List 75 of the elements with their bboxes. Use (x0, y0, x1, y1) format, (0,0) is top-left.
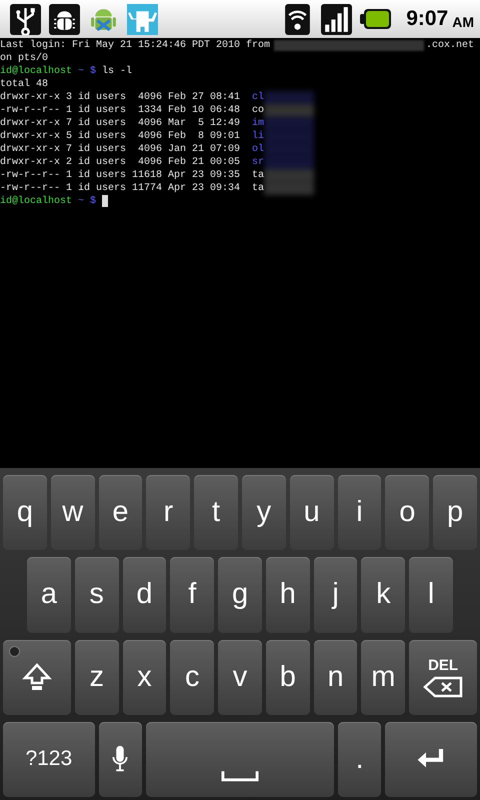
letter-key[interactable]: p (433, 475, 477, 550)
redacted-text (264, 91, 314, 104)
letter-key[interactable]: a (27, 557, 71, 632)
letter-key[interactable]: v (218, 640, 262, 715)
prompt-dir: ~ (78, 65, 84, 78)
letter-key[interactable]: e (98, 475, 142, 550)
redacted-text (264, 169, 314, 182)
battery-icon (360, 8, 392, 30)
letter-key[interactable]: o (385, 475, 430, 550)
letter-key[interactable]: m (361, 640, 406, 715)
letter-key[interactable]: . (338, 722, 382, 797)
letter-key[interactable]: l (409, 557, 454, 632)
redacted-text (264, 182, 314, 195)
letter-key[interactable]: f (170, 557, 214, 632)
prompt-host: id@localhost (0, 65, 72, 78)
robot-icon (127, 4, 158, 34)
file-name: cl (252, 91, 264, 104)
shift-icon (22, 662, 52, 692)
letter-key[interactable]: r (146, 475, 190, 550)
prompt-dir: ~ (78, 195, 84, 208)
redacted-text (264, 117, 314, 130)
microphone-key[interactable] (98, 722, 142, 797)
terminal-line: -rw-r--r-- 1 id users 11774 Apr 23 09:34 (0, 182, 240, 195)
letter-key[interactable]: b (266, 640, 310, 715)
clock-time: 9:07 (406, 7, 448, 31)
redacted-text (264, 156, 314, 169)
backspace-icon (423, 676, 464, 698)
terminal-line: -rw-r--r-- 1 id users 11618 Apr 23 09:35 (0, 169, 240, 182)
terminal-line: drwxr-xr-x 7 id users 4096 Jan 21 07:09 (0, 143, 240, 156)
prompt-symbol: $ (90, 195, 96, 208)
letter-key[interactable]: w (50, 475, 95, 550)
symbols-key[interactable]: ?123 (3, 722, 95, 797)
file-name: li (252, 130, 264, 143)
letter-key[interactable]: n (314, 640, 358, 715)
redacted-text (264, 104, 314, 117)
delete-key[interactable]: DEL (409, 640, 478, 715)
file-name: sr (252, 156, 264, 169)
letter-key[interactable]: q (3, 475, 47, 550)
terminal-line: .cox.net (426, 39, 474, 52)
file-name: co (252, 104, 264, 117)
letter-key[interactable]: h (266, 557, 310, 632)
letter-key[interactable]: c (170, 640, 214, 715)
terminal-line: drwxr-xr-x 5 id users 4096 Feb 8 09:01 (0, 130, 240, 143)
usb-icon (10, 4, 41, 34)
letter-key[interactable]: t (194, 475, 238, 550)
letter-key[interactable]: y (242, 475, 286, 550)
letter-key[interactable]: j (314, 557, 358, 632)
file-name: ta (252, 169, 264, 182)
terminal-line: drwxr-xr-x 2 id users 4096 Feb 21 00:05 (0, 156, 240, 169)
signal-icon (321, 4, 352, 34)
letter-key[interactable]: i (338, 475, 382, 550)
command-text: ls -l (102, 65, 132, 78)
file-name: im (252, 117, 264, 130)
terminal-line: on pts/0 (0, 52, 48, 65)
file-name: ta (252, 182, 264, 195)
enter-key[interactable] (385, 722, 477, 797)
terminal-line: Last login: Fri May 21 15:24:46 PDT 2010 from (0, 39, 270, 52)
terminal-line: -rw-r--r-- 1 id users 1334 Feb 10 06:48 (0, 104, 240, 117)
prompt-host: id@localhost (0, 195, 72, 208)
shift-key[interactable] (3, 640, 71, 715)
terminal-line: drwxr-xr-x 3 id users 4096 Feb 27 08:41 (0, 91, 240, 104)
prompt-symbol: $ (90, 65, 96, 78)
letter-key[interactable]: g (218, 557, 262, 632)
clock-meridiem: AM (452, 14, 474, 30)
bug-icon (49, 4, 80, 34)
space-icon (221, 770, 259, 782)
letter-key[interactable]: s (74, 557, 119, 632)
letter-key[interactable]: d (122, 557, 166, 632)
letter-key[interactable]: z (74, 640, 119, 715)
file-name: ol (252, 143, 264, 156)
terminal-line: drwxr-xr-x 7 id users 4096 Mar 5 12:49 (0, 117, 240, 130)
letter-key[interactable]: x (122, 640, 166, 715)
terminal-line: total 48 (0, 78, 48, 91)
letter-key[interactable]: k (361, 557, 406, 632)
letter-key[interactable]: u (290, 475, 334, 550)
